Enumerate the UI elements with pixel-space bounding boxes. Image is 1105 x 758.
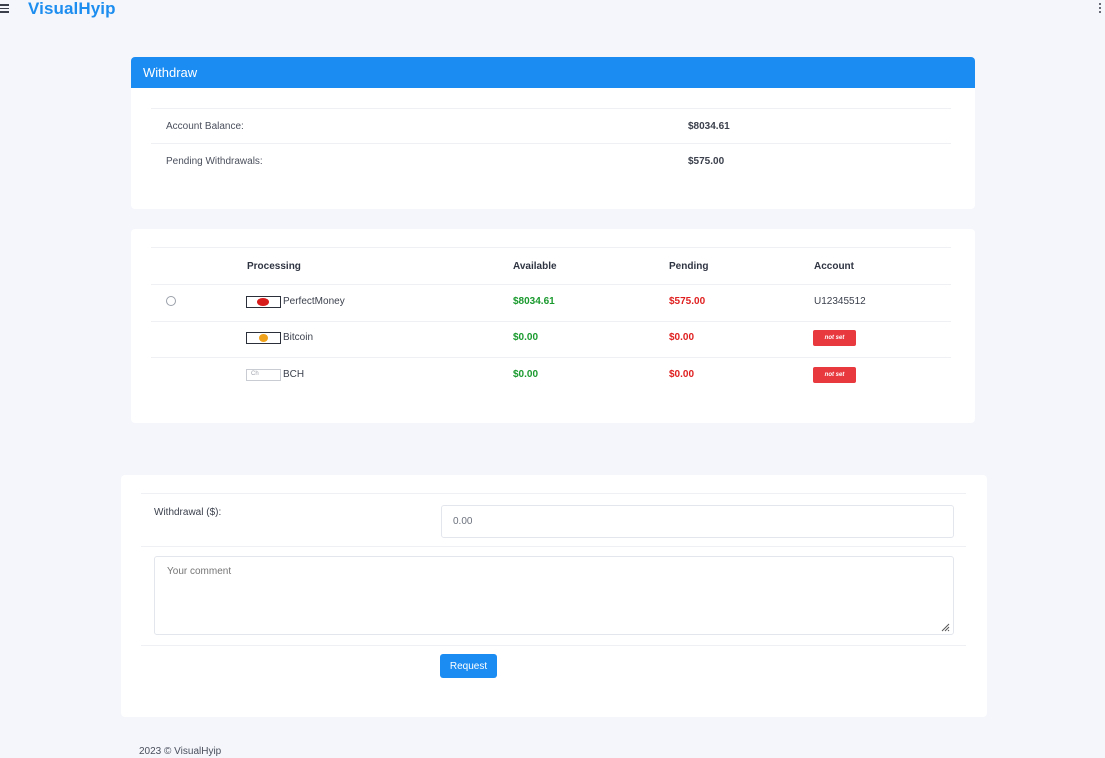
perfectmoney-logo-icon bbox=[246, 296, 281, 308]
available-amount: $8034.61 bbox=[513, 296, 555, 307]
form-bottom-divider bbox=[141, 645, 966, 646]
bitcoin-logo-icon bbox=[246, 332, 281, 344]
available-amount: $0.00 bbox=[513, 332, 539, 343]
account-balance-row: Account Balance: $8034.61 bbox=[151, 108, 951, 144]
account-balance-value: $8034.61 bbox=[688, 121, 730, 132]
pending-amount: $0.00 bbox=[669, 332, 695, 343]
withdrawal-amount-label: Withdrawal ($): bbox=[154, 507, 222, 518]
request-button[interactable]: Request bbox=[440, 654, 497, 678]
footer-copyright: 2023 © VisualHyip bbox=[139, 746, 222, 757]
account-balance-label: Account Balance: bbox=[166, 121, 244, 132]
form-top-divider bbox=[141, 493, 966, 494]
pending-amount: $0.00 bbox=[669, 369, 695, 380]
withdraw-card-title: Withdraw bbox=[131, 57, 975, 88]
pending-withdrawals-value: $575.00 bbox=[688, 156, 725, 167]
header-account: Account bbox=[814, 261, 854, 272]
table-top-divider bbox=[151, 247, 951, 248]
pending-withdrawals-label: Pending Withdrawals: bbox=[166, 156, 263, 167]
header-divider bbox=[151, 284, 951, 285]
kebab-menu-icon[interactable] bbox=[1099, 3, 1103, 15]
menu-icon[interactable] bbox=[0, 2, 10, 14]
select-perfectmoney-radio[interactable] bbox=[166, 296, 176, 306]
form-divider bbox=[141, 546, 966, 547]
bch-logo-text: Ch bbox=[251, 371, 259, 377]
account-not-set-badge: not set bbox=[813, 367, 856, 383]
resize-handle-icon[interactable] bbox=[941, 623, 950, 632]
available-amount: $0.00 bbox=[513, 369, 539, 380]
processor-name: PerfectMoney bbox=[283, 296, 345, 307]
pending-amount: $575.00 bbox=[669, 296, 706, 307]
pending-withdrawals-row: Pending Withdrawals: $575.00 bbox=[151, 143, 951, 179]
brand-logo[interactable]: VisualHyip bbox=[28, 0, 116, 19]
top-bar: VisualHyip bbox=[0, 0, 1105, 22]
row-divider bbox=[151, 357, 951, 358]
header-pending: Pending bbox=[669, 261, 709, 272]
account-not-set-badge: not set bbox=[813, 330, 856, 346]
header-available: Available bbox=[513, 261, 557, 272]
comment-textarea[interactable] bbox=[154, 556, 954, 635]
withdraw-summary-card: Withdraw Account Balance: $8034.61 Pendi… bbox=[131, 57, 975, 209]
row-divider bbox=[151, 321, 951, 322]
header-processing: Processing bbox=[247, 261, 301, 272]
processor-name: BCH bbox=[283, 369, 305, 380]
withdrawal-amount-input[interactable] bbox=[441, 505, 954, 538]
bch-logo-icon: Ch bbox=[246, 369, 281, 381]
withdrawal-form-card: Withdrawal ($): Request bbox=[121, 475, 987, 717]
account-number: U12345512 bbox=[814, 296, 866, 307]
payment-systems-card: Processing Available Pending Account Per… bbox=[131, 229, 975, 423]
processor-name: Bitcoin bbox=[283, 332, 314, 343]
